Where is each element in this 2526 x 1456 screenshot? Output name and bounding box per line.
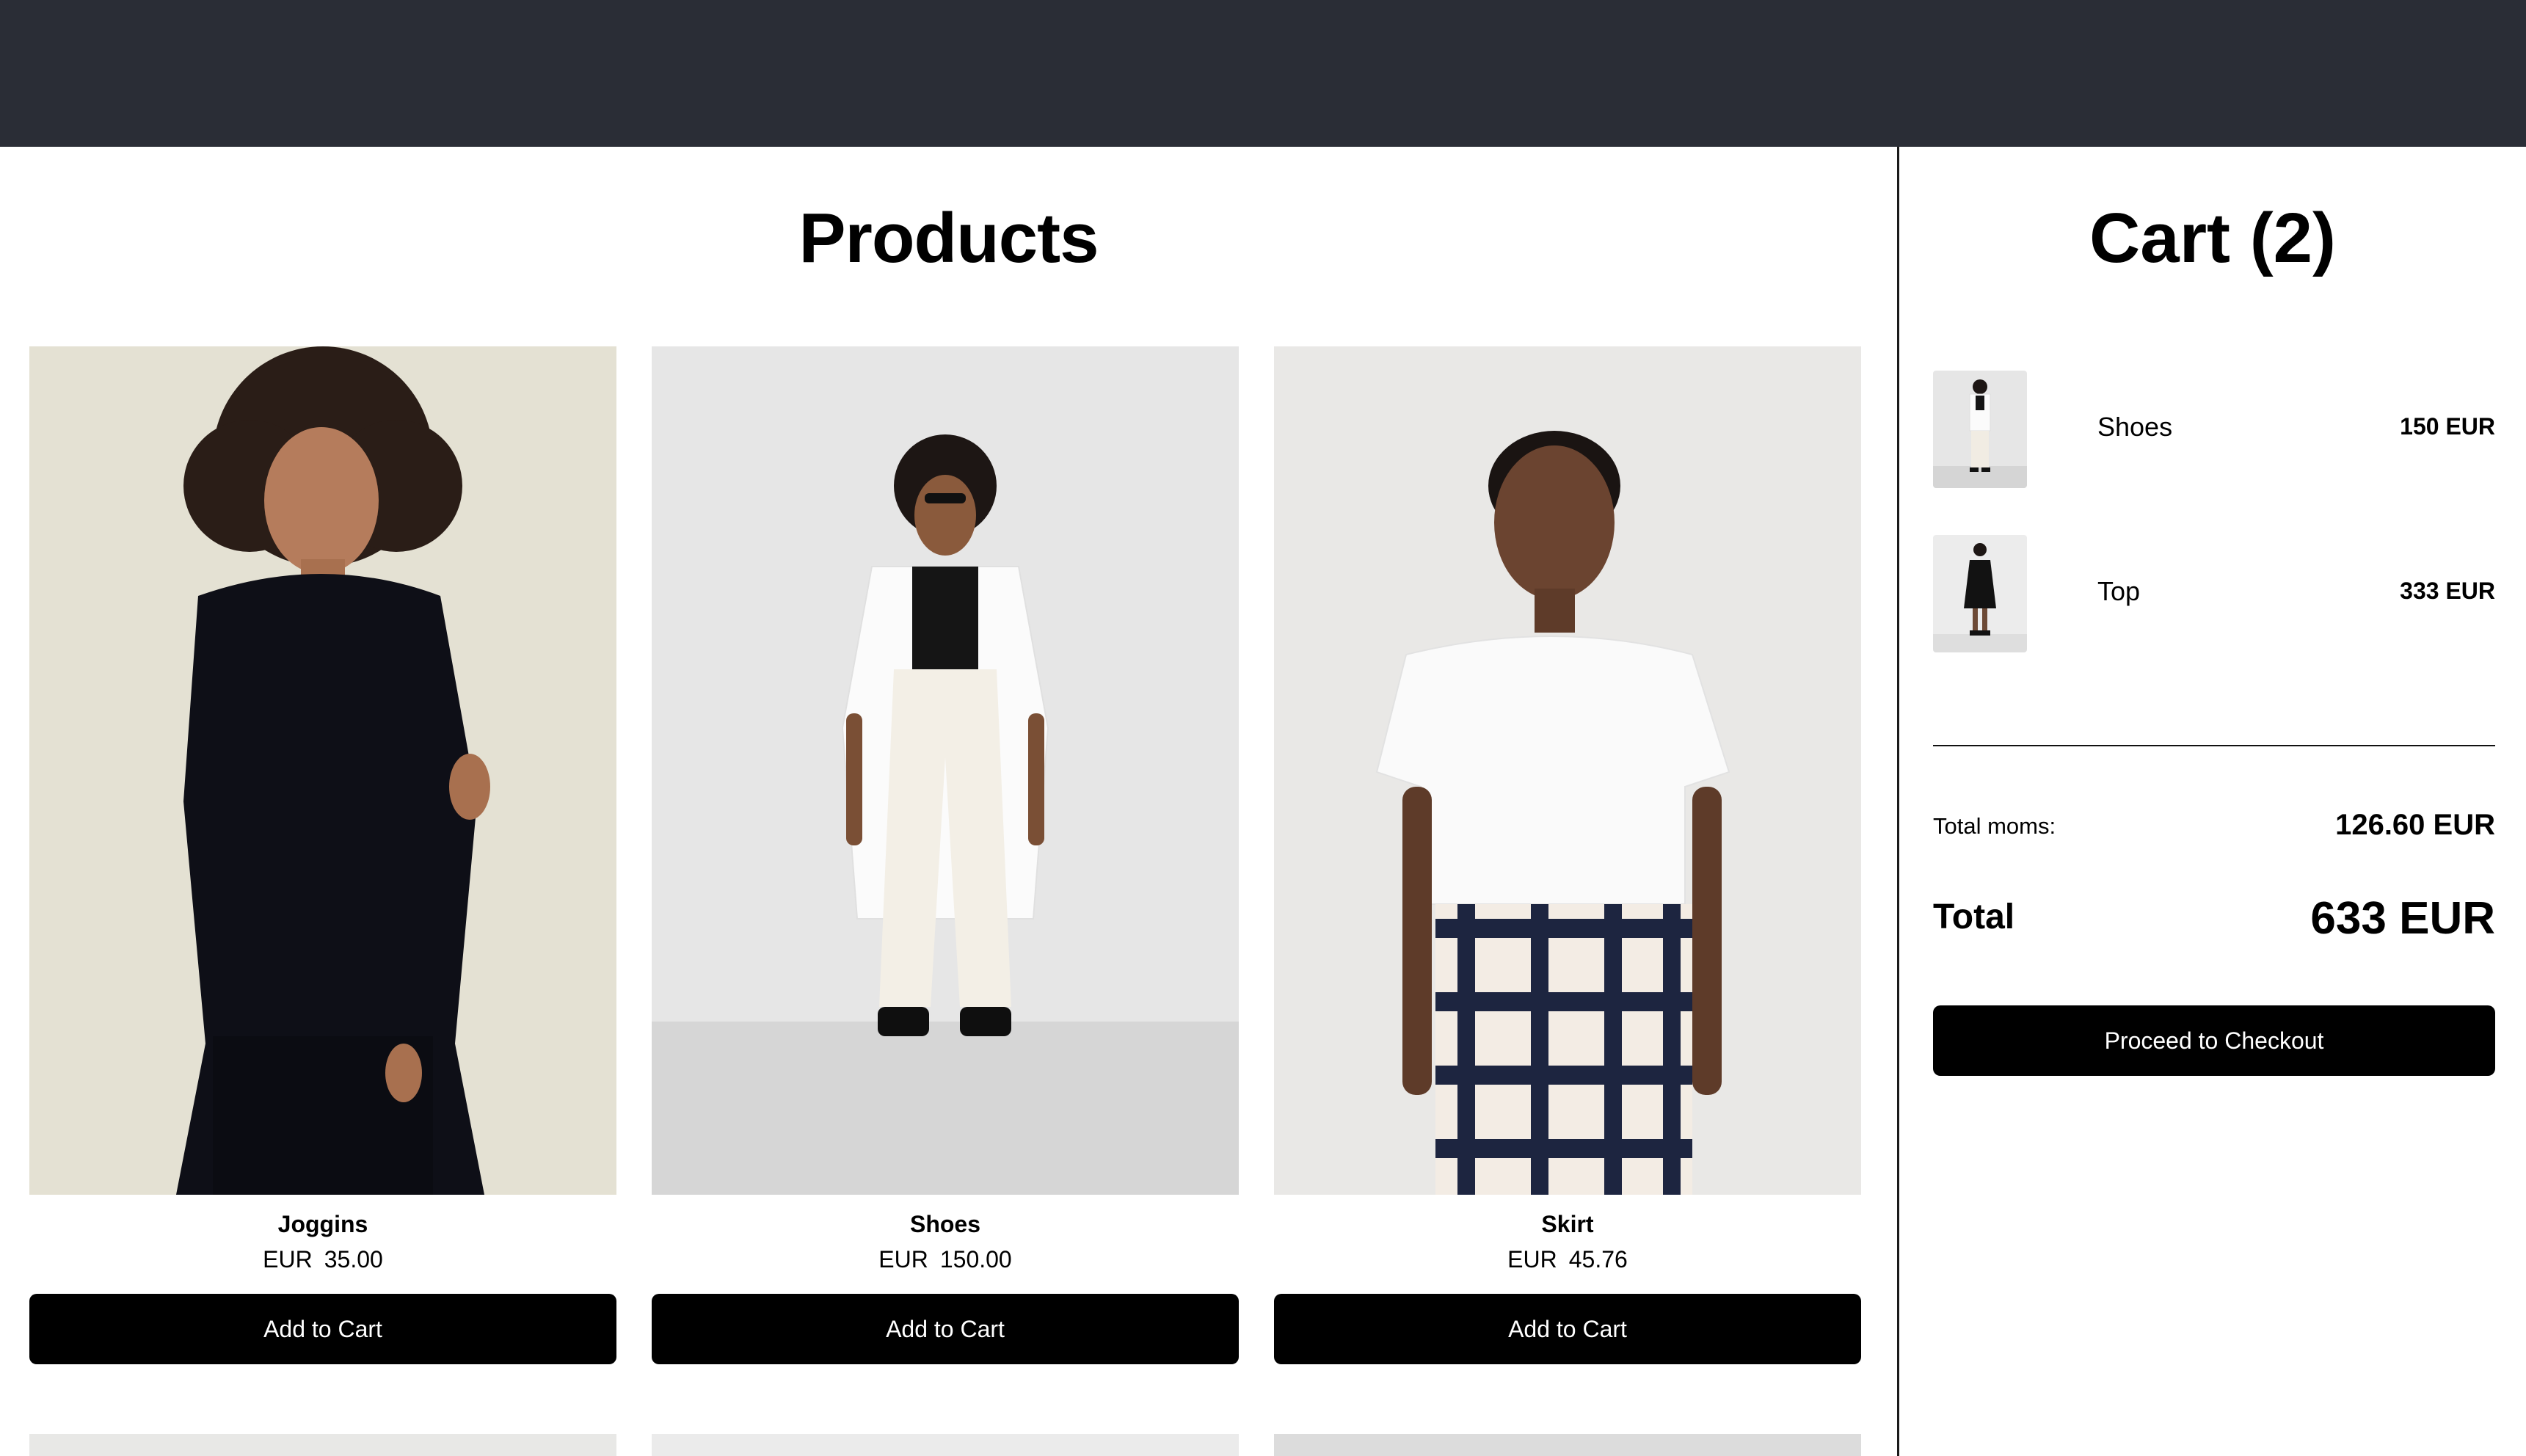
- product-price: EUR 45.76: [1507, 1246, 1628, 1273]
- product-price: EUR 35.00: [263, 1246, 383, 1273]
- add-to-cart-button[interactable]: Add to Cart: [1274, 1294, 1861, 1364]
- product-image[interactable]: [1274, 346, 1861, 1195]
- proceed-to-checkout-button[interactable]: Proceed to Checkout: [1933, 1005, 2495, 1076]
- product-price: EUR 150.00: [878, 1246, 1012, 1273]
- product-card: Skirt EUR 45.76 Add to Cart: [1274, 346, 1861, 1364]
- cart-item-price: 150 EUR: [2400, 413, 2495, 440]
- product-image-partial[interactable]: [652, 1434, 1239, 1456]
- add-to-cart-button[interactable]: Add to Cart: [652, 1294, 1239, 1364]
- product-name: Joggins: [277, 1211, 368, 1237]
- tax-label: Total moms:: [1933, 813, 2056, 839]
- cart-item-thumbnail: [1933, 535, 2027, 652]
- cart-item-thumbnail: [1933, 371, 2027, 488]
- product-name: Shoes: [909, 1211, 981, 1237]
- cart-item-price: 333 EUR: [2400, 578, 2495, 604]
- product-card: Joggins EUR 35.00 Add to Cart: [29, 346, 616, 1364]
- product-name: Skirt: [1541, 1211, 1594, 1237]
- product-card: Shoes EUR 150.00 Add to Cart: [652, 346, 1239, 1364]
- product-image-partial[interactable]: [1274, 1434, 1861, 1456]
- cart-item: Shoes 150 EUR: [1933, 371, 2495, 488]
- cart-item: Top 333 EUR: [1933, 535, 2495, 652]
- total-label: Total: [1933, 898, 2015, 936]
- cart-divider: [1933, 745, 2495, 746]
- add-to-cart-button[interactable]: Add to Cart: [29, 1294, 616, 1364]
- cart-item-name: Shoes: [2097, 412, 2173, 442]
- product-image-partial[interactable]: [29, 1434, 616, 1456]
- cart-item-name: Top: [2097, 576, 2141, 606]
- product-image[interactable]: [29, 346, 616, 1195]
- cart-panel: Cart (2) Shoes 150 EUR Top 333 EUR Total…: [1899, 147, 2526, 1456]
- cart-title: Cart (2): [2089, 199, 2337, 277]
- products-section: Products Joggins EUR 35.00 Add to Cart S…: [0, 147, 1897, 1456]
- tax-value: 126.60 EUR: [2335, 809, 2495, 841]
- product-image[interactable]: [652, 346, 1239, 1195]
- top-navigation-bar: [0, 0, 2526, 147]
- products-title: Products: [798, 199, 1099, 277]
- total-value: 633 EUR: [2310, 893, 2495, 944]
